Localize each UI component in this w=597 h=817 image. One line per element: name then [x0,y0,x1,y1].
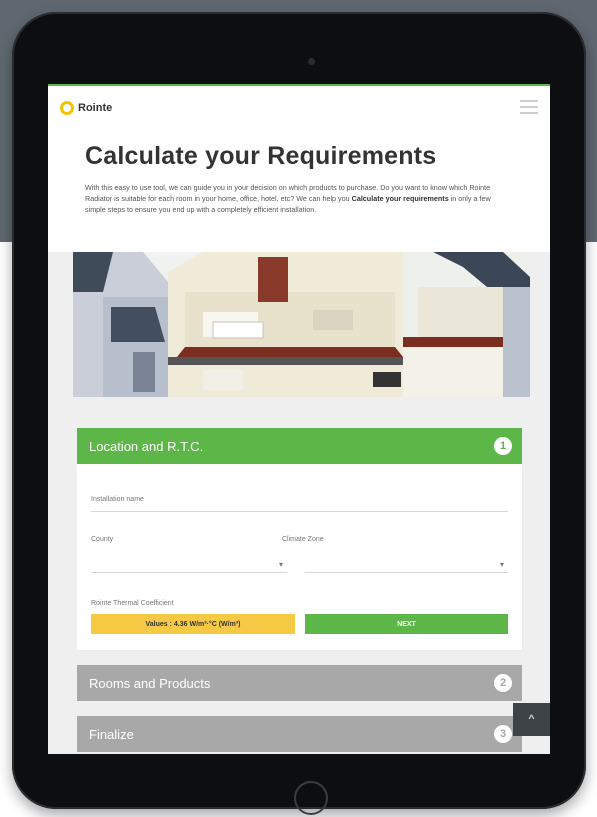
house-cutaway-illustration [73,252,530,397]
installation-name-input[interactable] [91,511,508,512]
brand-logo[interactable]: Rointe [60,98,112,118]
logo-ring-icon [60,101,74,115]
scroll-to-top-button[interactable]: ^ [513,703,550,736]
chevron-down-icon: ▾ [279,560,284,569]
step-number-badge: 3 [494,725,512,743]
step-rooms-header[interactable]: Rooms and Products 2 [77,665,522,701]
page-title: Calculate your Requirements [85,142,437,170]
step-label: Location and R.T.C. [89,438,204,454]
installation-name-label: Installation name [91,496,144,503]
step-finalize-header[interactable]: Finalize 3 [77,716,522,752]
step-number-badge: 2 [494,674,512,692]
tablet-screen: Rointe Calculate your Requirements With … [48,84,550,754]
step-label: Rooms and Products [89,675,211,691]
step-label: Finalize [89,726,134,742]
site-header: Rointe [48,86,550,130]
intro-description-bold: Calculate your requirements [351,194,449,203]
step-location-panel: Installation name County ▾ Climate Zone … [77,464,522,650]
next-button[interactable]: NEXT [305,614,508,634]
county-select[interactable] [91,572,287,573]
home-button[interactable] [294,781,328,815]
front-camera-icon [308,58,315,65]
step-location-header[interactable]: Location and R.T.C. 1 [77,428,522,464]
chevron-down-icon: ▾ [500,560,505,569]
intro-section: Calculate your Requirements With this ea… [48,130,550,252]
climate-zone-select[interactable] [305,572,508,573]
step-number-badge: 1 [494,437,512,455]
climate-zone-label: Climate Zone [282,536,324,543]
hamburger-menu-icon[interactable] [520,100,538,114]
intro-description: With this easy to use tool, we can guide… [85,183,491,214]
logo-text: Rointe [78,102,113,114]
rtc-label: Rointe Thermal Coefficient [91,600,174,607]
county-label: County [91,536,114,543]
rtc-values-button[interactable]: Values : 4.36 W/m³·°C (W/m³) [91,614,295,634]
